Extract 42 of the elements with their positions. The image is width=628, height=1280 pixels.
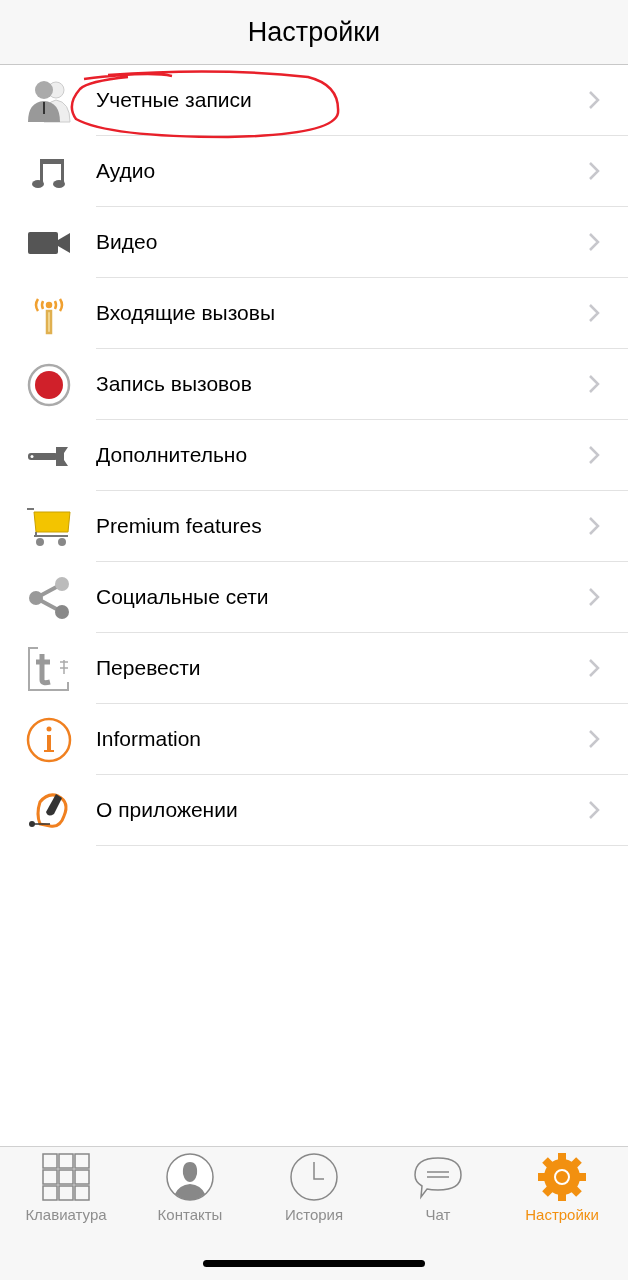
row-label: Запись вызовов [96, 371, 253, 398]
info-icon [26, 716, 72, 763]
chevron-icon [588, 516, 600, 536]
settings-row[interactable]: Дополнительно [0, 420, 628, 491]
chevron-icon [588, 445, 600, 465]
chevron-icon [588, 658, 600, 678]
settings-row[interactable]: Запись вызовов [0, 349, 628, 420]
chevron-icon [588, 161, 600, 181]
row-label: Premium features [96, 513, 263, 540]
settings-row[interactable]: Видео [0, 207, 628, 278]
row-label: О приложении [96, 797, 239, 824]
translate-icon [26, 645, 72, 692]
share-icon [26, 574, 72, 621]
settings-row[interactable]: Учетные записи [0, 65, 628, 136]
gear-icon [537, 1152, 587, 1202]
chevron-icon [588, 232, 600, 252]
keypad-icon [41, 1152, 91, 1202]
settings-row[interactable]: Перевести [0, 633, 628, 704]
chevron-icon [588, 729, 600, 749]
settings-row[interactable]: Information [0, 704, 628, 775]
chevron-icon [588, 303, 600, 323]
settings-row[interactable]: Социальные сети [0, 562, 628, 633]
settings-row[interactable]: Premium features [0, 491, 628, 562]
screen-title: Настройки [247, 15, 381, 49]
row-label: Видео [96, 229, 159, 256]
row-label: Аудио [96, 158, 157, 185]
row-label: Перевести [96, 655, 202, 682]
settings-row[interactable]: О приложении [0, 775, 628, 846]
row-label: Дополнительно [96, 442, 249, 469]
row-label: Входящие вызовы [96, 300, 276, 327]
clock-icon [289, 1152, 339, 1202]
chevron-icon [588, 800, 600, 820]
row-label: Социальные сети [96, 584, 270, 611]
contact-icon [165, 1152, 215, 1202]
row-label: Учетные записи [96, 87, 253, 114]
record-icon [26, 361, 72, 408]
settings-row[interactable]: Входящие вызовы [0, 278, 628, 349]
chevron-icon [588, 374, 600, 394]
chevron-icon [588, 587, 600, 607]
row-label: Information [96, 726, 203, 753]
settings-row[interactable]: Аудио [0, 136, 628, 207]
chevron-icon [588, 90, 600, 110]
